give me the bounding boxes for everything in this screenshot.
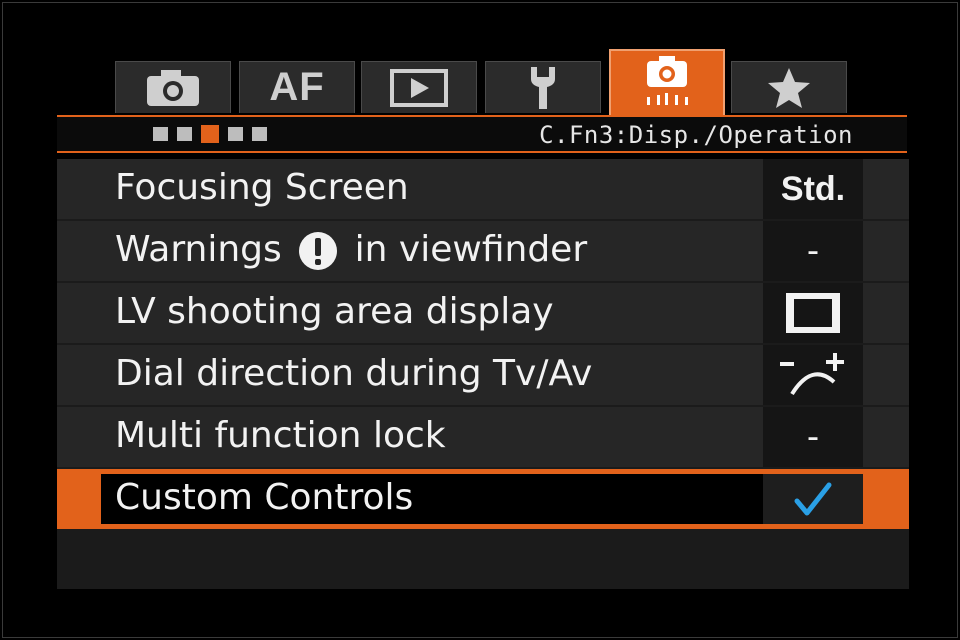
- menu-item-value: [763, 283, 863, 343]
- tab-playback[interactable]: [361, 61, 477, 113]
- checkmark-icon: [794, 482, 832, 516]
- frame-rectangle-icon: [786, 293, 840, 333]
- menu-item-label: LV shooting area display: [115, 291, 554, 332]
- menu-item-label: Dial direction during Tv/Av: [115, 353, 593, 394]
- tab-custom-functions[interactable]: [609, 49, 725, 115]
- menu-item-focusing-screen[interactable]: Focusing Screen Std.: [57, 159, 909, 219]
- page-dot: [252, 127, 267, 141]
- label-part: in viewfinder: [354, 229, 588, 270]
- dial-direction-icon: [780, 353, 844, 396]
- star-icon: [768, 67, 810, 108]
- menu-item-label: Custom Controls: [115, 477, 414, 518]
- playback-icon: [390, 68, 448, 107]
- value-text: Std.: [780, 169, 846, 208]
- menu-item-dial-direction[interactable]: Dial direction during Tv/Av: [57, 345, 909, 405]
- menu-item-lv-shooting-area-display[interactable]: LV shooting area display: [57, 283, 909, 343]
- menu-item-warnings-in-viewfinder[interactable]: Warnings in viewfinder -: [57, 221, 909, 281]
- page-dot-active: [201, 125, 219, 143]
- page-dot: [228, 127, 243, 141]
- page-header: C.Fn3:Disp./Operation: [57, 115, 907, 153]
- camera-icon: [147, 69, 199, 106]
- tab-shooting[interactable]: [115, 61, 231, 113]
- tab-my-menu[interactable]: [731, 61, 847, 113]
- menu-item-value: -: [763, 221, 863, 281]
- menu-item-value: -: [763, 407, 863, 467]
- af-tab-label: AF: [269, 65, 325, 109]
- tab-setup[interactable]: [485, 61, 601, 113]
- tab-af[interactable]: AF: [239, 61, 355, 113]
- page-title: C.Fn3:Disp./Operation: [539, 121, 853, 149]
- menu-panel: Focusing Screen Std. Warnings in viewfin…: [57, 159, 909, 589]
- page-dot: [153, 127, 168, 141]
- value-text: -: [806, 231, 820, 271]
- menu-item-value: [763, 474, 863, 524]
- menu-item-label: Multi function lock: [115, 415, 446, 456]
- value-text: -: [806, 417, 820, 457]
- custom-functions-icon: [647, 56, 688, 105]
- menu-item-multi-function-lock[interactable]: Multi function lock -: [57, 407, 909, 467]
- warning-icon: [299, 232, 338, 270]
- menu-item-label: Warnings in viewfinder: [115, 227, 587, 273]
- menu-item-custom-controls[interactable]: Custom Controls: [57, 469, 909, 529]
- page-dot: [177, 127, 192, 141]
- menu-item-label: Focusing Screen: [115, 167, 409, 208]
- wrench-icon: [531, 66, 555, 109]
- menu-item-value: Std.: [763, 159, 863, 219]
- page-indicator: [153, 125, 267, 143]
- camera-menu-screen: AF C.Fn3:Disp./Operation Focusing Screen…: [2, 2, 958, 638]
- label-part: Warnings: [115, 229, 282, 270]
- menu-item-value: [763, 345, 863, 405]
